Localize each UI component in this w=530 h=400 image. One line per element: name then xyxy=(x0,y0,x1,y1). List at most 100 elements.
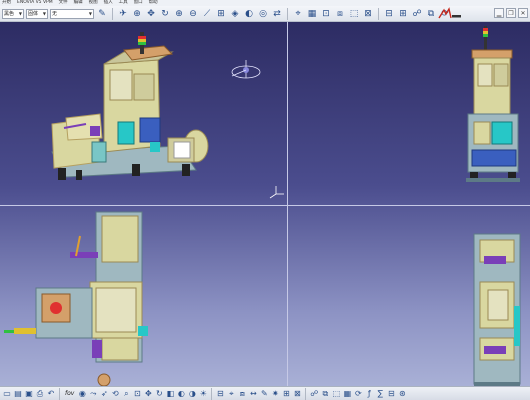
top-box xyxy=(471,49,513,59)
pan-icon[interactable]: ✥ xyxy=(143,389,153,399)
viewport-divider-horizontal[interactable] xyxy=(0,205,530,206)
fly-mode-icon[interactable]: ✈ xyxy=(117,8,129,20)
walk-icon[interactable]: ⤳ xyxy=(88,389,98,399)
lower-panel xyxy=(101,337,139,361)
assembly-icon[interactable]: ⧉ xyxy=(320,389,330,399)
3d-viewport[interactable] xyxy=(0,22,530,386)
upper-panel xyxy=(101,215,139,263)
view-icon[interactable]: ◧ xyxy=(165,389,175,399)
manipulate-icon[interactable]: ☍ xyxy=(411,8,423,20)
render-icon[interactable]: ◑ xyxy=(187,389,197,399)
zoom-in-icon[interactable]: ⊕ xyxy=(173,8,185,20)
constraint-icon[interactable]: ⊞ xyxy=(281,389,291,399)
multi-view-icon[interactable]: ⊞ xyxy=(215,8,227,20)
measure-icon[interactable]: ⌖ xyxy=(226,389,236,399)
minimize-icon[interactable]: ▁ xyxy=(494,8,504,18)
print-icon[interactable]: ⎙ xyxy=(35,389,45,399)
white-panel xyxy=(173,141,191,159)
pan-icon[interactable]: ✥ xyxy=(145,8,157,20)
restore-icon[interactable]: ❐ xyxy=(506,8,516,18)
purple-arm xyxy=(70,252,98,258)
snap-icon[interactable]: ⊠ xyxy=(362,8,374,20)
annotation-icon[interactable]: ✎ xyxy=(259,389,269,399)
top-box xyxy=(123,45,174,61)
cyan-module xyxy=(491,121,513,145)
fit-icon[interactable]: ⊡ xyxy=(132,389,142,399)
catalog-icon[interactable]: ▦ xyxy=(342,389,352,399)
cyan-block xyxy=(150,142,160,152)
top-view[interactable] xyxy=(0,206,287,386)
look-at-icon[interactable]: ◉ xyxy=(77,389,87,399)
update-icon[interactable]: ⟳ xyxy=(353,389,363,399)
formula-icon[interactable]: ∑ xyxy=(375,389,385,399)
close-icon[interactable]: ✕ xyxy=(518,8,528,18)
assembly-icon[interactable]: ⊞ xyxy=(397,8,409,20)
new-icon[interactable]: ▭ xyxy=(2,389,12,399)
knowledge-icon[interactable]: ⊛ xyxy=(397,389,407,399)
lighting-icon[interactable]: ☀ xyxy=(198,389,208,399)
distance-icon[interactable]: ↔ xyxy=(248,389,258,399)
undo-icon[interactable]: ↶ xyxy=(46,389,56,399)
clash-icon[interactable]: ⧈ xyxy=(334,8,346,20)
wheel xyxy=(182,164,190,176)
measure-icon[interactable]: ⌖ xyxy=(292,8,304,20)
constraint-icon[interactable]: ⊡ xyxy=(320,8,332,20)
tower-inner xyxy=(487,289,509,321)
signal-light-green xyxy=(4,330,14,333)
motor-unit xyxy=(471,149,517,167)
linetype-combo[interactable]: 固体 ▼ xyxy=(26,8,48,19)
side-view[interactable] xyxy=(288,206,530,386)
hide-show-icon[interactable]: ◎ xyxy=(257,8,269,20)
zoom-out-icon[interactable]: ⊖ xyxy=(187,8,199,20)
open-icon[interactable]: ▤ xyxy=(13,389,23,399)
layer-combo-value: 无 xyxy=(52,11,58,17)
catia-logo xyxy=(438,7,461,19)
product-icon[interactable]: ⬚ xyxy=(331,389,341,399)
toolbar-separator xyxy=(287,7,288,20)
shading-icon[interactable]: ◐ xyxy=(243,8,255,20)
table-icon[interactable]: ⊟ xyxy=(386,389,396,399)
explode-icon[interactable]: ✷ xyxy=(270,389,280,399)
catalog-icon[interactable]: ⊟ xyxy=(383,8,395,20)
isometric-view[interactable] xyxy=(0,22,287,205)
signal-light-yellow xyxy=(483,31,488,34)
signal-light-red xyxy=(138,36,146,39)
swap-space-icon[interactable]: ⇄ xyxy=(271,8,283,20)
rotate-icon[interactable]: ↻ xyxy=(154,389,164,399)
signal-light-green xyxy=(483,34,488,37)
compass-icon[interactable] xyxy=(231,60,261,79)
base-rail xyxy=(466,178,520,182)
clash-icon[interactable]: ⧈ xyxy=(237,389,247,399)
toolbar-separator xyxy=(211,387,213,400)
manipulate-icon[interactable]: ☍ xyxy=(309,389,319,399)
fly-icon[interactable]: ➶ xyxy=(99,389,109,399)
section-icon[interactable]: ⬚ xyxy=(348,8,360,20)
zoom-icon[interactable]: ⌕ xyxy=(121,389,131,399)
viewport-divider-vertical[interactable] xyxy=(287,22,288,386)
format-painter-icon[interactable]: ✎ xyxy=(96,8,108,20)
rotate-icon[interactable]: ↻ xyxy=(159,8,171,20)
lower-panel xyxy=(473,121,491,145)
purple-arm xyxy=(484,346,506,354)
iso-view-icon[interactable]: ◈ xyxy=(229,8,241,20)
toolbar-separator xyxy=(59,387,60,400)
color-combo[interactable]: 黑色 ▼ xyxy=(2,8,24,19)
window-controls: ▁ ❐ ✕ xyxy=(494,8,528,18)
cyan-module xyxy=(514,306,520,346)
parameter-icon[interactable]: ƒ xyxy=(364,389,374,399)
navigation-icon[interactable]: ⟲ xyxy=(110,389,120,399)
chevron-down-icon: ▼ xyxy=(18,11,22,16)
toolbar-separator xyxy=(112,7,113,20)
cyan-block xyxy=(138,326,148,336)
layer-combo[interactable]: 无 ▼ xyxy=(50,8,94,19)
snap-icon[interactable]: ⊠ xyxy=(292,389,302,399)
sketch-icon[interactable]: ▦ xyxy=(306,8,318,20)
wheel xyxy=(132,164,140,176)
signal-light-red xyxy=(483,28,488,31)
save-icon[interactable]: ▣ xyxy=(24,389,34,399)
shading-icon[interactable]: ◐ xyxy=(176,389,186,399)
fit-all-icon[interactable]: ⊕ xyxy=(131,8,143,20)
front-view[interactable] xyxy=(288,22,530,205)
normal-view-icon[interactable]: ⟋ xyxy=(201,8,213,20)
section-icon[interactable]: ⊟ xyxy=(215,389,225,399)
